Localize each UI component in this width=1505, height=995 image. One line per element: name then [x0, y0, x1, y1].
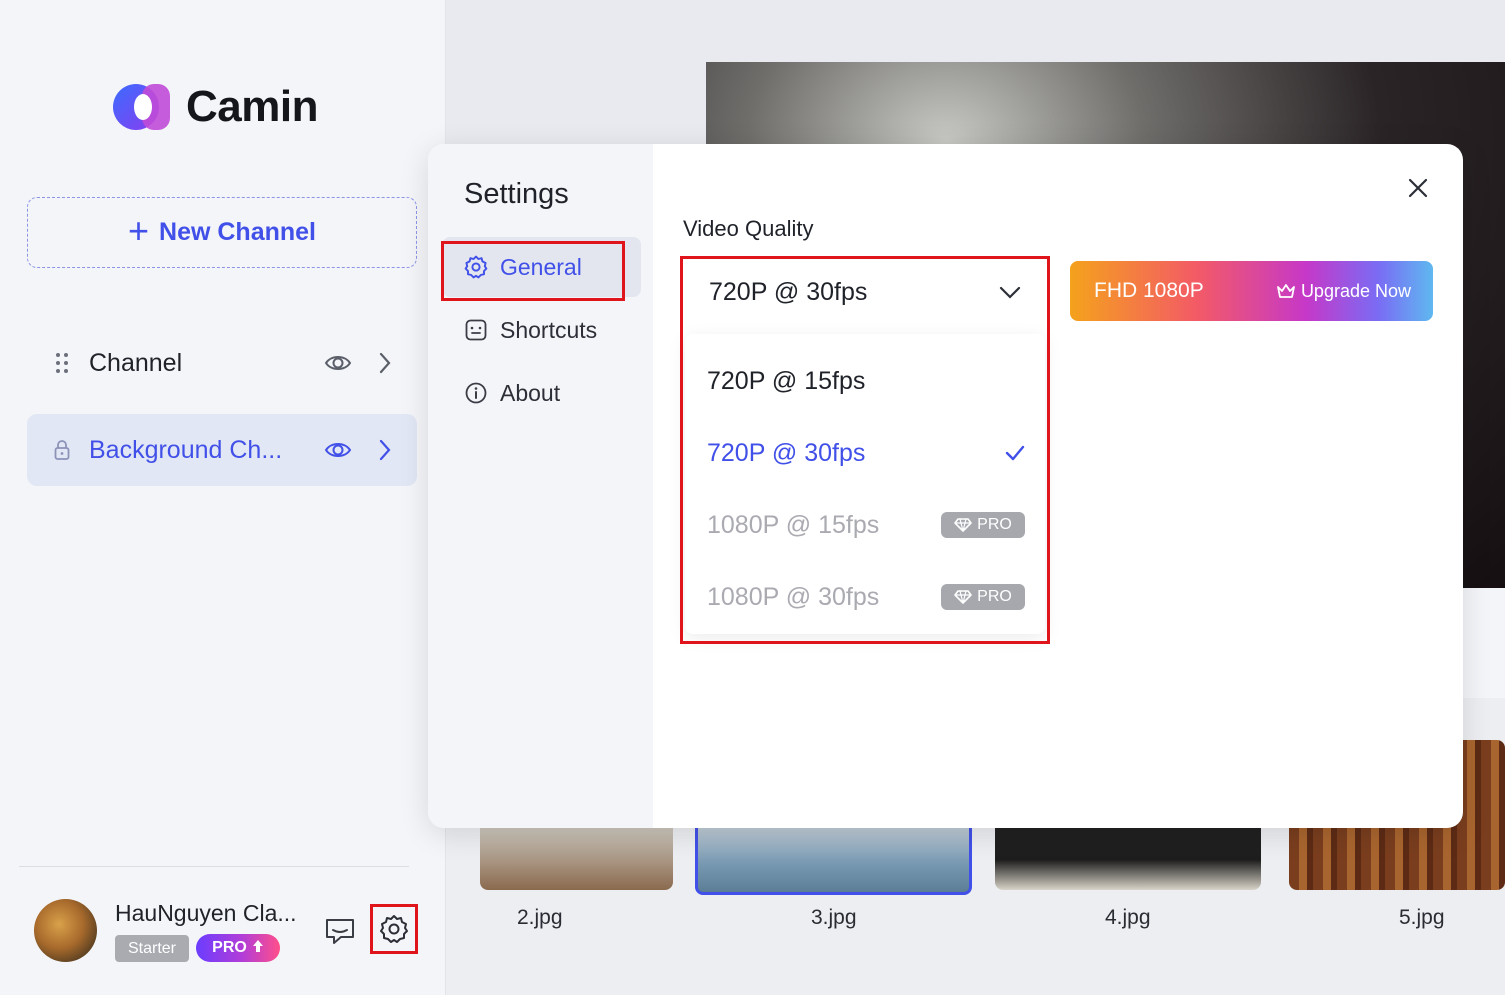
chevron-down-icon: [999, 278, 1021, 307]
gear-icon: [380, 915, 408, 943]
new-channel-button[interactable]: + New Channel: [27, 197, 417, 268]
plan-badge: Starter: [115, 935, 189, 962]
thumbnail-label: 3.jpg: [811, 906, 857, 929]
option-label: 1080P @ 30fps: [707, 582, 880, 611]
feedback-button[interactable]: [323, 914, 357, 948]
diamond-icon: [954, 590, 972, 604]
crown-icon: [1277, 284, 1295, 298]
message-icon: [326, 919, 354, 944]
upgrade-cta-label: Upgrade Now: [1300, 280, 1411, 301]
eye-icon[interactable]: [323, 435, 353, 465]
pro-badge-label: PRO: [977, 516, 1012, 533]
lock-icon: [51, 439, 73, 461]
app-name: Camin: [186, 82, 318, 131]
nav-item-about[interactable]: About: [442, 363, 641, 423]
gear-icon: [464, 255, 488, 279]
channel-item[interactable]: Channel: [27, 327, 417, 399]
eye-icon[interactable]: [323, 348, 353, 378]
option-label: 720P @ 30fps: [707, 438, 866, 467]
option-label: 1080P @ 15fps: [707, 510, 880, 539]
divider: [19, 866, 409, 867]
plus-icon: +: [127, 209, 150, 251]
thumbnail-label: 2.jpg: [517, 906, 563, 929]
upgrade-now-button[interactable]: Upgrade Now: [1277, 281, 1411, 302]
upgrade-quality-label: FHD 1080P: [1094, 279, 1204, 302]
settings-dialog: Settings General Shortcuts About Video Q…: [428, 144, 1463, 828]
nav-label: About: [500, 379, 561, 406]
video-quality-dropdown: 720P @ 15fps 720P @ 30fps 1080P @ 15fps …: [685, 334, 1045, 634]
nav-label: Shortcuts: [500, 316, 598, 343]
drag-handle-icon[interactable]: [51, 352, 73, 374]
camin-logo-icon: [112, 83, 172, 131]
pro-badge: PRO: [941, 512, 1025, 538]
pro-upgrade-badge[interactable]: PRO: [196, 934, 280, 962]
arrow-up-icon: [252, 939, 264, 958]
user-name: HauNguyen Cla...: [115, 900, 297, 926]
quality-option[interactable]: 720P @ 15fps: [685, 351, 1045, 411]
channel-name: Background Ch...: [89, 435, 283, 464]
video-quality-select[interactable]: 720P @ 30fps: [685, 263, 1045, 321]
nav-item-shortcuts[interactable]: Shortcuts: [442, 300, 641, 360]
selected-value: 720P @ 30fps: [709, 277, 868, 306]
chevron-right-icon[interactable]: [375, 435, 395, 465]
close-icon: [1408, 178, 1428, 198]
settings-nav: Settings General Shortcuts About: [428, 144, 653, 828]
quality-option-locked[interactable]: 1080P @ 30fps PRO: [685, 567, 1045, 627]
nav-label: General: [500, 253, 582, 280]
settings-title: Settings: [464, 178, 569, 210]
check-icon: [1005, 439, 1025, 468]
info-icon: [464, 381, 488, 405]
nav-item-general[interactable]: General: [442, 237, 641, 297]
chevron-right-icon[interactable]: [375, 348, 395, 378]
quality-option-selected[interactable]: 720P @ 30fps: [685, 423, 1045, 483]
pro-badge: PRO: [941, 584, 1025, 610]
close-button[interactable]: [1406, 176, 1430, 200]
keyboard-icon: [464, 318, 488, 342]
user-avatar[interactable]: [34, 899, 97, 962]
pro-badge-label: PRO: [977, 588, 1012, 605]
thumbnail-label: 5.jpg: [1399, 906, 1445, 929]
pro-label: PRO: [212, 939, 247, 956]
option-label: 720P @ 15fps: [707, 366, 866, 395]
thumbnail-label: 4.jpg: [1105, 906, 1151, 929]
quality-option-locked[interactable]: 1080P @ 15fps PRO: [685, 495, 1045, 555]
upgrade-banner[interactable]: FHD 1080P Upgrade Now: [1070, 261, 1433, 321]
sidebar: Camin + New Channel Channel Background C…: [0, 0, 446, 995]
channel-item-active[interactable]: Background Ch...: [27, 414, 417, 486]
channel-name: Channel: [89, 348, 183, 377]
video-quality-label: Video Quality: [683, 216, 814, 241]
app-logo: Camin: [112, 82, 318, 132]
new-channel-label: New Channel: [159, 218, 316, 246]
settings-button[interactable]: [370, 904, 418, 954]
diamond-icon: [954, 518, 972, 532]
